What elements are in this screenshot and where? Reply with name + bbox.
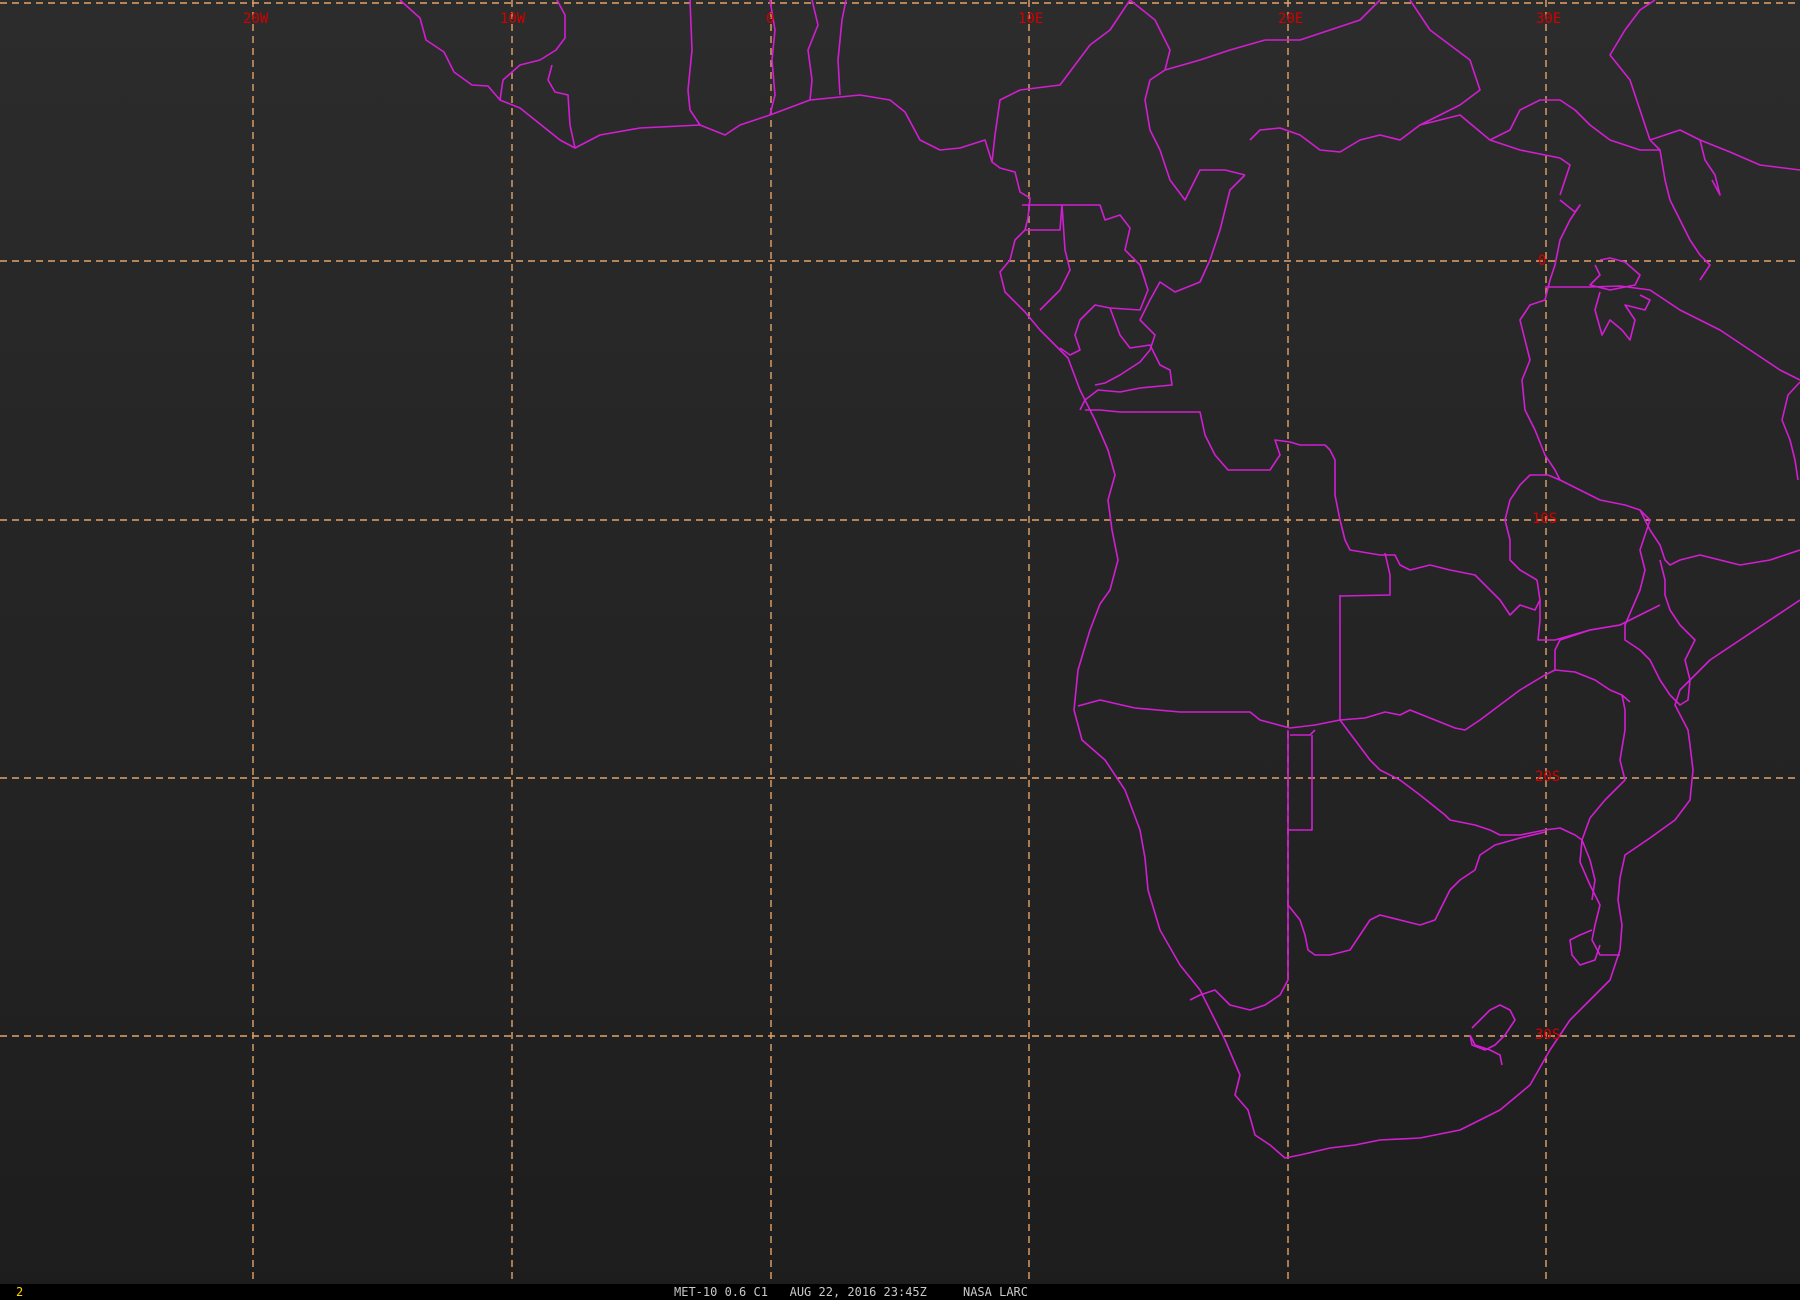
lat-label-30s: 30S [1535, 1027, 1560, 1043]
border-ethiopia-1 [1489, 99, 1661, 151]
image-caption: MET-10 0.6 C1 AUG 22, 2016 23:45Z NASA L… [674, 1285, 1029, 1299]
border-gabon [1059, 264, 1149, 356]
frame-number: 2 [16, 1285, 24, 1299]
border-car-north [1164, 39, 1266, 71]
border-ethiopia-3 [1609, 0, 1656, 141]
border-chad [1129, 0, 1246, 201]
lon-label-30e: 30E [1536, 11, 1561, 27]
border-namibia-caprivi [1290, 729, 1316, 736]
map-canvas: 20W 10W 0 10E 20E 30E 0 10S 20S 30S [0, 0, 1800, 1284]
border-lesotho [1469, 1004, 1516, 1051]
border-zambia-mozambique [1554, 624, 1621, 670]
coast-madagascar [1781, 381, 1800, 481]
country-borders [399, 0, 1800, 1159]
caption-bar: 2 MET-10 0.6 C1 AUG 22, 2016 23:45Z NASA… [0, 1284, 1800, 1300]
border-congo-rc [1079, 307, 1173, 411]
border-lake-victoria-islands [1594, 291, 1651, 341]
border-west-africa-6 [837, 0, 847, 96]
border-angola-zambia-2 [1339, 552, 1391, 597]
lon-label-10w: 10W [500, 11, 526, 27]
border-west-africa-5 [807, 0, 819, 101]
border-west-africa-2 [547, 64, 576, 149]
border-mozambique [1579, 694, 1626, 956]
border-lake-victoria [1589, 257, 1641, 291]
satellite-image-view: 20W 10W 0 10E 20E 30E 0 10S 20S 30S 2 ME… [0, 0, 1800, 1300]
border-nigeria-cameroon [991, 0, 1131, 163]
border-ethiopia-4 [1699, 139, 1721, 196]
border-angola-south [1077, 669, 1631, 731]
lat-label-0: 0 [1538, 253, 1546, 269]
border-south-sudan [1409, 0, 1481, 126]
grid-labels: 20W 10W 0 10E 20E 30E 0 10S 20S 30S [243, 11, 1561, 1043]
border-gabon-congo [1039, 204, 1071, 311]
lon-label-20w: 20W [243, 11, 269, 27]
border-drc-zambia [1537, 600, 1661, 641]
border-ethiopia-2 [1649, 129, 1800, 171]
coastline-africa [399, 0, 1800, 1159]
border-gabon-cameroon [1025, 204, 1146, 281]
border-car [1094, 174, 1246, 386]
lon-label-0: 0 [766, 11, 774, 27]
border-tanzania-north [1545, 285, 1800, 381]
graticule [0, 0, 1800, 1284]
border-botswana [1287, 831, 1546, 956]
coastline-lake-region [1519, 199, 1581, 481]
lat-label-20s: 20S [1535, 769, 1560, 785]
border-angola-drc-lakes [1504, 474, 1548, 581]
border-namibia-botswana [1189, 730, 1289, 1011]
border-namibia-east [1288, 735, 1313, 831]
border-malawi [1624, 509, 1696, 706]
lat-label-10s: 10S [1532, 511, 1557, 527]
lon-label-10e: 10E [1018, 11, 1043, 27]
border-uganda-kenya [1559, 157, 1571, 196]
border-angola-north [1085, 409, 1541, 616]
border-west-africa-3 [687, 0, 701, 126]
lon-label-20e: 20E [1278, 11, 1303, 27]
